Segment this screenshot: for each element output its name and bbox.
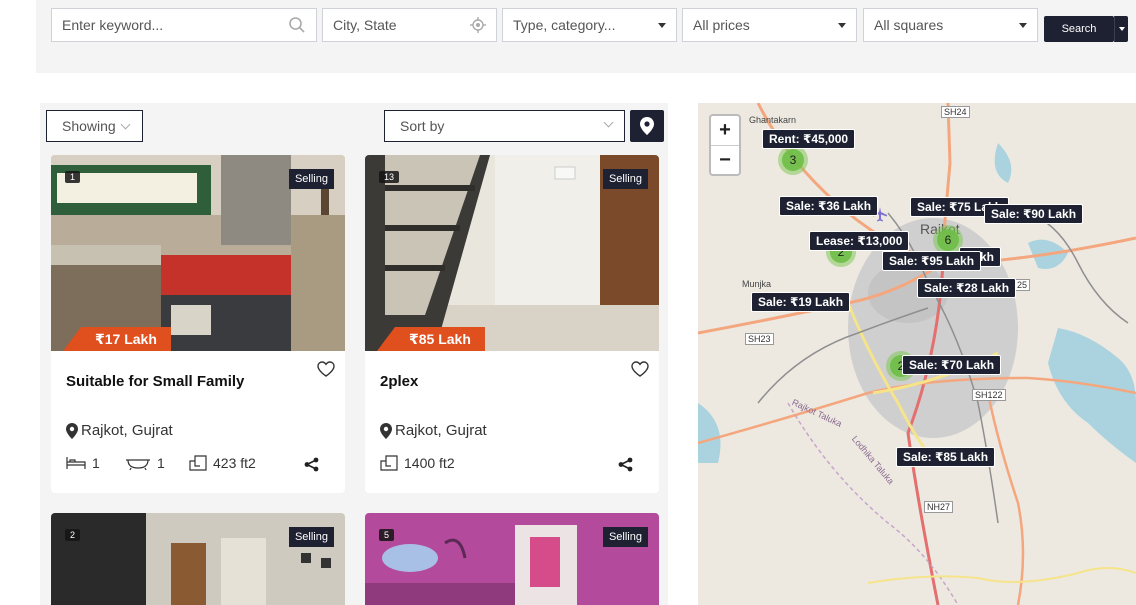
map-view[interactable]: + − Ghantakarn Rajkot Munjka Rajkot Talu…	[698, 103, 1136, 605]
listing-location: Rajkot, Gujrat	[66, 422, 173, 439]
place-label: Ghantakarn	[749, 115, 797, 125]
map-view-button[interactable]	[630, 110, 664, 142]
road-shield: SH23	[745, 333, 774, 345]
sort-label: Sort by	[400, 118, 445, 134]
map-price-label[interactable]: Sale: ₹28 Lakh	[917, 278, 1017, 298]
listing-title[interactable]: 2plex	[380, 373, 418, 390]
showing-label: Showing	[62, 118, 116, 134]
beds-feature: 1	[66, 455, 100, 471]
search-options-button[interactable]	[1114, 16, 1128, 42]
price-select[interactable]: All prices	[682, 8, 857, 42]
price-value: All prices	[693, 17, 750, 33]
location-input[interactable]: City, State	[322, 8, 497, 42]
area-value: 423 ft2	[213, 455, 256, 471]
caret-down-icon	[1118, 27, 1125, 31]
price-badge: ₹17 Lakh	[63, 327, 171, 351]
road-shield: 25	[1014, 279, 1031, 291]
search-icon	[289, 17, 305, 33]
bathtub-icon	[126, 459, 150, 470]
squares-select[interactable]: All squares	[863, 8, 1038, 42]
listing-title[interactable]: Suitable for Small Family	[66, 373, 244, 390]
zoom-in-button[interactable]: +	[711, 116, 739, 145]
cluster-count: 3	[782, 149, 804, 171]
caret-down-icon	[658, 22, 666, 28]
map-price-label[interactable]: Sale: ₹85 Lakh	[896, 447, 996, 467]
floor-plan-icon	[380, 455, 398, 471]
area-feature: 423 ft2	[189, 455, 256, 471]
floor-plan-icon	[189, 455, 207, 471]
zoom-control: + −	[709, 114, 741, 176]
status-badge: Selling	[288, 169, 334, 189]
bed-icon	[66, 457, 86, 469]
baths-count: 1	[157, 455, 165, 471]
road-shield: SH24	[941, 106, 970, 118]
photo-count-badge: 5	[379, 529, 395, 541]
cluster-count: 6	[937, 229, 959, 251]
listing-card[interactable]: 2 Selling	[51, 513, 345, 605]
keyword-input[interactable]: Enter keyword...	[51, 8, 317, 42]
map-pin-icon	[640, 117, 654, 135]
squares-value: All squares	[874, 17, 944, 33]
map-price-label[interactable]: Sale: ₹36 Lakh	[779, 196, 879, 216]
chevron-down-icon	[603, 117, 614, 128]
share-icon[interactable]	[304, 457, 319, 472]
map-price-label[interactable]: Sale: ₹90 Lakh	[984, 204, 1084, 224]
beds-count: 1	[92, 455, 100, 471]
type-select[interactable]: Type, category...	[502, 8, 677, 42]
baths-feature: 1	[125, 455, 165, 471]
status-badge: Selling	[602, 527, 648, 547]
listing-photo[interactable]: 5 Selling	[365, 513, 659, 605]
showing-select[interactable]: Showing	[46, 110, 143, 142]
caret-down-icon	[838, 22, 846, 28]
listing-photo[interactable]: 13 Selling ₹85 Lakh	[365, 155, 659, 351]
heart-icon[interactable]	[631, 361, 649, 377]
map-cluster[interactable]: 3	[778, 145, 808, 175]
location-text: Rajkot, Gujrat	[395, 422, 487, 439]
status-badge: Selling	[288, 527, 334, 547]
photo-count-badge: 13	[379, 171, 400, 183]
sort-select[interactable]: Sort by	[384, 110, 625, 142]
chevron-down-icon	[120, 119, 131, 129]
listing-photo[interactable]: 2 Selling	[51, 513, 345, 605]
map-price-label[interactable]: Sale: ₹19 Lakh	[751, 292, 851, 312]
location-text: Rajkot, Gujrat	[81, 422, 173, 439]
listing-photo[interactable]: 1 Selling ₹17 Lakh	[51, 155, 345, 351]
area-value: 1400 ft2	[404, 455, 455, 471]
type-value: Type, category...	[513, 17, 616, 33]
heart-icon[interactable]	[317, 361, 335, 377]
status-badge: Selling	[602, 169, 648, 189]
photo-count-badge: 1	[65, 171, 81, 183]
listing-card[interactable]: 5 Selling	[365, 513, 659, 605]
map-pin-icon	[66, 422, 78, 439]
area-feature: 1400 ft2	[380, 455, 455, 471]
map-tiles	[698, 103, 1136, 605]
listing-card[interactable]: 13 Selling ₹85 Lakh 2plex Rajkot, Gujrat…	[365, 155, 659, 493]
zoom-out-button[interactable]: −	[711, 146, 739, 175]
photo-count-badge: 2	[65, 529, 81, 541]
share-icon[interactable]	[618, 457, 633, 472]
listing-card[interactable]: 1 Selling ₹17 Lakh Suitable for Small Fa…	[51, 155, 345, 493]
map-price-label[interactable]: Rent: ₹45,000	[762, 129, 856, 149]
search-button[interactable]: Search	[1044, 16, 1114, 42]
price-badge: ₹85 Lakh	[377, 327, 485, 351]
place-label: Munjka	[742, 279, 772, 289]
map-price-label[interactable]: Sale: ₹70 Lakh	[902, 355, 1002, 375]
caret-down-icon	[1019, 22, 1027, 28]
listing-location: Rajkot, Gujrat	[380, 422, 487, 439]
map-price-label[interactable]: Sale: ₹95 Lakh	[882, 251, 982, 271]
keyword-placeholder: Enter keyword...	[62, 17, 164, 33]
road-shield: NH27	[924, 501, 954, 513]
locate-icon[interactable]	[470, 17, 486, 33]
map-pin-icon	[380, 422, 392, 439]
location-placeholder: City, State	[333, 17, 397, 33]
road-shield: SH122	[972, 389, 1006, 401]
map-price-label[interactable]: Lease: ₹13,000	[809, 231, 910, 251]
